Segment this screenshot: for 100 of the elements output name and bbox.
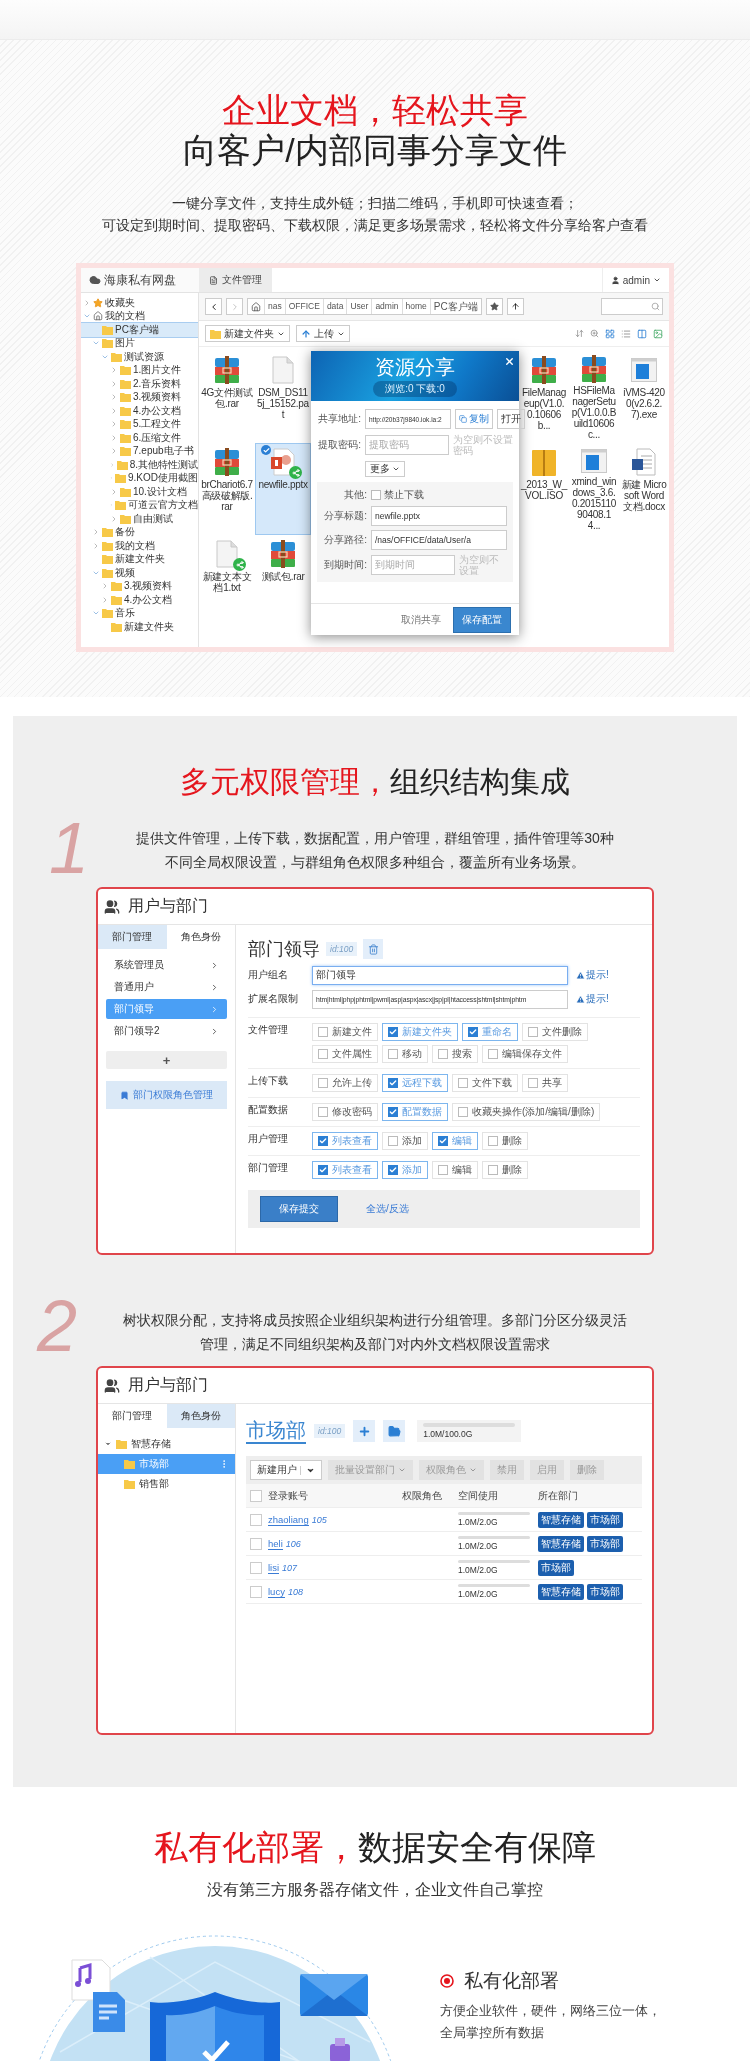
text-field[interactable]: /nas/OFFICE/data/User/a [371, 530, 507, 550]
permission-checkbox[interactable]: 搜索 [432, 1045, 478, 1063]
home-icon[interactable] [251, 301, 261, 312]
tree-item[interactable]: 智慧存储 [98, 1434, 235, 1454]
more-button[interactable]: 更多 [365, 461, 405, 477]
tree-item[interactable]: 图片 [81, 336, 198, 350]
user-menu[interactable]: admin [601, 268, 669, 292]
open-folder-button[interactable] [383, 1420, 406, 1442]
upload-button[interactable]: 上传 [296, 325, 350, 342]
row-checkbox[interactable] [250, 1585, 262, 1598]
expand-icon[interactable] [110, 393, 118, 402]
permission-checkbox[interactable]: 编辑 [432, 1161, 478, 1179]
row-checkbox[interactable] [250, 1561, 262, 1574]
list-view-icon[interactable] [621, 328, 631, 339]
theme-icon[interactable] [653, 328, 663, 339]
tree-item[interactable]: 3.视频资料 [81, 390, 198, 404]
file-item[interactable]: 4G文件测试包.rar [199, 351, 255, 443]
tree-item[interactable]: 2.音乐资料 [81, 377, 198, 391]
submit-button[interactable]: 保存提交 [260, 1196, 338, 1222]
tab[interactable]: 角色身份 [166, 1404, 235, 1428]
account-link[interactable]: lucy [268, 1585, 285, 1598]
breadcrumb-item[interactable]: nas [264, 299, 285, 314]
tree-item[interactable]: 可道云官方文档 [81, 498, 198, 512]
breadcrumb-item[interactable]: data [322, 299, 347, 314]
breadcrumb-item[interactable]: OFFICE [284, 299, 323, 314]
favorite-button[interactable] [485, 298, 503, 315]
copy-button[interactable]: 复制 [455, 409, 493, 429]
tab[interactable]: 部门管理 [98, 925, 167, 949]
tree-item[interactable]: 9.KOD使用截图 [81, 471, 198, 485]
file-item[interactable]: 测试包.rar [255, 535, 311, 627]
permission-checkbox[interactable]: 允许上传 [312, 1074, 378, 1092]
text-field[interactable]: newfile.pptx [371, 506, 507, 526]
tree-item[interactable]: 10.设计文档 [81, 485, 198, 499]
group-item[interactable]: 部门领导2 [106, 1021, 227, 1041]
forward-button[interactable] [226, 298, 243, 315]
disable-download-checkbox[interactable]: 禁止下载 [371, 488, 424, 502]
close-button[interactable] [503, 355, 515, 367]
save-button[interactable]: 保存配置 [453, 606, 511, 633]
expand-icon[interactable] [110, 487, 118, 496]
grid-view-icon[interactable] [605, 328, 615, 339]
expand-icon[interactable] [110, 406, 118, 415]
expand-icon[interactable] [110, 514, 118, 523]
breadcrumb-item[interactable]: admin [371, 299, 402, 314]
file-item[interactable]: 新建文本文档1.txt [199, 535, 255, 627]
select-all-checkbox[interactable] [250, 1489, 262, 1502]
text-field[interactable]: 部门领导 [312, 965, 568, 985]
tree-item[interactable]: 音乐 [81, 606, 198, 620]
group-item[interactable]: 系统管理员 [106, 955, 227, 975]
tree-item[interactable]: 备份 [81, 525, 198, 539]
permission-checkbox[interactable]: 编辑保存文件 [482, 1045, 568, 1063]
tree-item[interactable]: 新建文件夹 [81, 552, 198, 566]
tree-item[interactable]: 我的文档 [81, 309, 198, 323]
new-user-button[interactable]: 新建用户 [250, 1460, 322, 1480]
tree-item[interactable]: 4.办公文档 [81, 404, 198, 418]
file-item[interactable]: iVMS-4200(v2.6.2.7).exe [619, 351, 669, 443]
expand-icon[interactable] [83, 298, 91, 307]
up-button[interactable] [506, 298, 524, 315]
row-checkbox[interactable] [250, 1537, 262, 1550]
tree-item[interactable]: PC客户端 [81, 323, 198, 337]
file-item[interactable]: _2013_W_VOL.ISO [519, 443, 569, 535]
hint-link[interactable]: 提示! [576, 968, 609, 982]
tree-item[interactable]: 4.办公文档 [81, 593, 198, 607]
file-item[interactable]: xmind_windows_3.6.0.201511090408.14... [569, 443, 619, 535]
tree-item[interactable]: 测试资源 [81, 350, 198, 364]
permission-checkbox[interactable]: 文件下载 [452, 1074, 518, 1092]
hint-link[interactable]: 提示! [576, 992, 609, 1006]
expand-icon[interactable] [110, 433, 118, 442]
permission-checkbox[interactable]: 移动 [382, 1045, 428, 1063]
account-link[interactable]: heli [268, 1537, 283, 1550]
file-item[interactable]: newfile.pptx [255, 443, 311, 535]
expand-icon[interactable] [110, 447, 118, 456]
role-manage-button[interactable]: 部门权限角色管理 [106, 1081, 227, 1109]
permission-checkbox[interactable]: 修改密码 [312, 1103, 378, 1121]
add-user-button[interactable] [353, 1420, 376, 1442]
tree-item[interactable]: 新建文件夹 [81, 620, 198, 634]
expand-icon[interactable] [110, 420, 118, 429]
expand-icon[interactable] [110, 379, 118, 388]
delete-button[interactable] [363, 939, 384, 959]
tree-item[interactable]: 我的文档 [81, 539, 198, 553]
app-tab[interactable]: 文件管理 [199, 268, 272, 292]
permission-checkbox[interactable]: 添加 [382, 1132, 428, 1150]
new-folder-button[interactable]: 新建文件夹 [205, 325, 290, 342]
add-group-button[interactable]: + [106, 1051, 227, 1069]
expand-icon[interactable] [92, 541, 100, 550]
breadcrumb-item[interactable]: home [401, 299, 430, 314]
row-checkbox[interactable] [250, 1513, 262, 1526]
select-all-link[interactable]: 全选/反选 [366, 1202, 409, 1216]
back-button[interactable] [205, 298, 222, 315]
cancel-share-link[interactable]: 取消共享 [401, 612, 441, 627]
tree-item[interactable]: 销售部 [98, 1474, 235, 1494]
account-link[interactable]: lisi [268, 1561, 280, 1574]
tree-item[interactable]: 7.epub电子书 [81, 444, 198, 458]
account-link[interactable]: zhaoliang [268, 1513, 309, 1526]
tree-item[interactable]: 5.工程文件 [81, 417, 198, 431]
permission-checkbox[interactable]: 删除 [482, 1132, 528, 1150]
expand-icon[interactable] [101, 595, 109, 604]
zoom-icon[interactable] [590, 329, 599, 338]
sort-icon[interactable] [575, 329, 584, 338]
breadcrumb-item[interactable]: User [346, 299, 372, 314]
file-item[interactable]: HSFileManagerSetup(V1.0.0.Build10606c... [569, 351, 619, 443]
